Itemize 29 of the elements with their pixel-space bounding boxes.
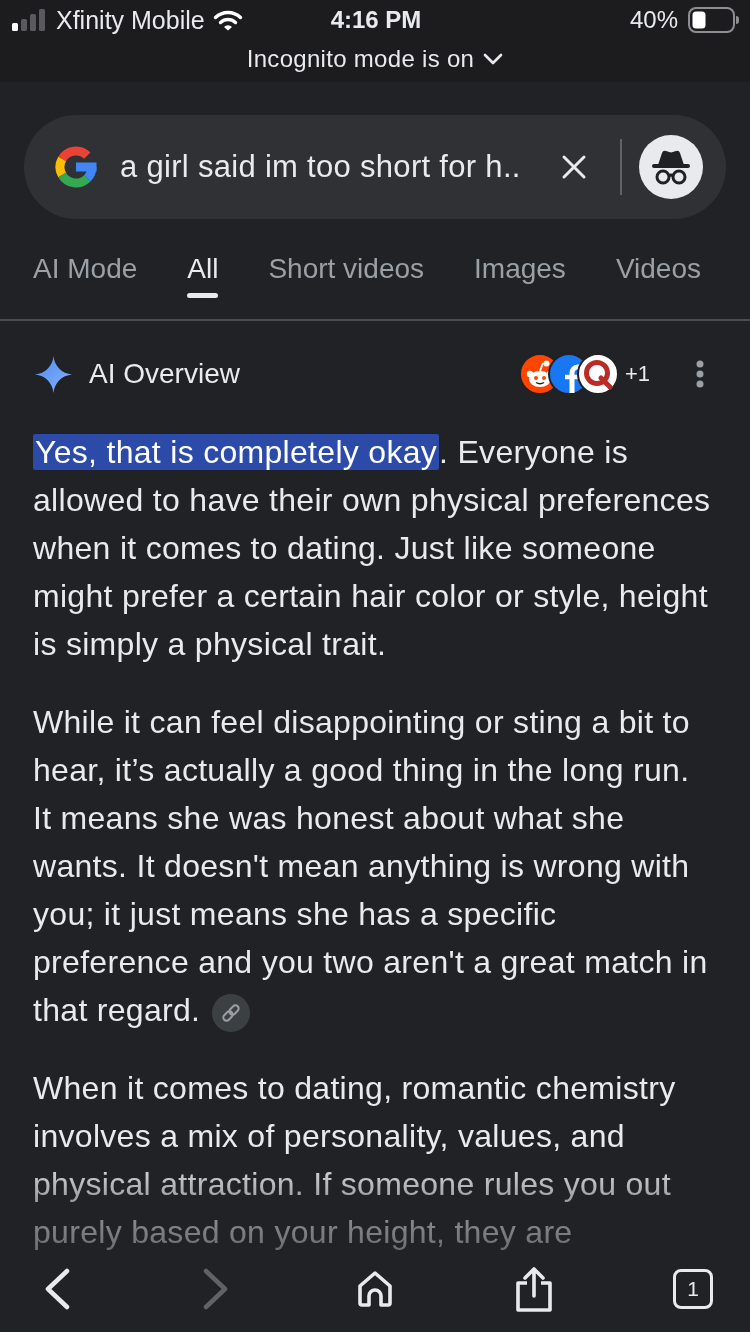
chevron-down-icon (483, 53, 504, 65)
more-options-icon[interactable] (695, 360, 705, 388)
search-field[interactable]: a girl said im too short for h.. (24, 115, 726, 219)
source-count: +1 (624, 361, 650, 387)
tab[interactable]: All (187, 251, 219, 298)
home-icon[interactable] (355, 1269, 395, 1309)
answer-paragraph: When it comes to dating, romantic chemistry involves a mix of personality, values, and physical attraction. If someone rules you out purely based on your height, they are (33, 1069, 677, 1252)
sparkle-icon (35, 355, 72, 393)
link-icon[interactable] (212, 993, 251, 1032)
tab[interactable]: AI Mode (33, 251, 138, 298)
answer-paragraph: Yes, that is completely okay. Everyone is allowed to have their own physical preferences when it comes to dating. Just like someone might prefer a certain hair color or style, height is simply a physical trait. (33, 433, 712, 664)
tab[interactable]: Images (474, 251, 566, 298)
signal-icon (12, 9, 48, 31)
battery-percent: 40% (629, 6, 678, 34)
wifi-icon (212, 9, 243, 31)
tab[interactable]: Videos (615, 251, 701, 298)
g-logo-icon (52, 143, 100, 191)
carrier-name: Xfinity Mobile (56, 5, 205, 35)
hat-and-glasses-icon[interactable] (639, 135, 703, 199)
incognito-banner-button[interactable]: Incognito mode is on (246, 45, 504, 73)
close-icon[interactable] (561, 154, 587, 180)
answer-paragraph: While it can feel disappointing or sting a bit to hear, it’s actually a good thing in the long run. It means she was honest about what she wants. It doesn't mean anything is wrong with you; it just means she has a specific preference and you two aren't a great match in that regard. (33, 698, 712, 1034)
tab[interactable]: Short videos (268, 251, 425, 298)
share-icon[interactable] (515, 1266, 553, 1312)
tab-switcher-button[interactable]: 1 (673, 1269, 713, 1309)
battery-icon (688, 7, 740, 33)
q-ring-icon (576, 353, 619, 395)
ai-overview-title: AI Overview (89, 358, 240, 390)
clock-time: 4:16 PM (330, 6, 422, 34)
